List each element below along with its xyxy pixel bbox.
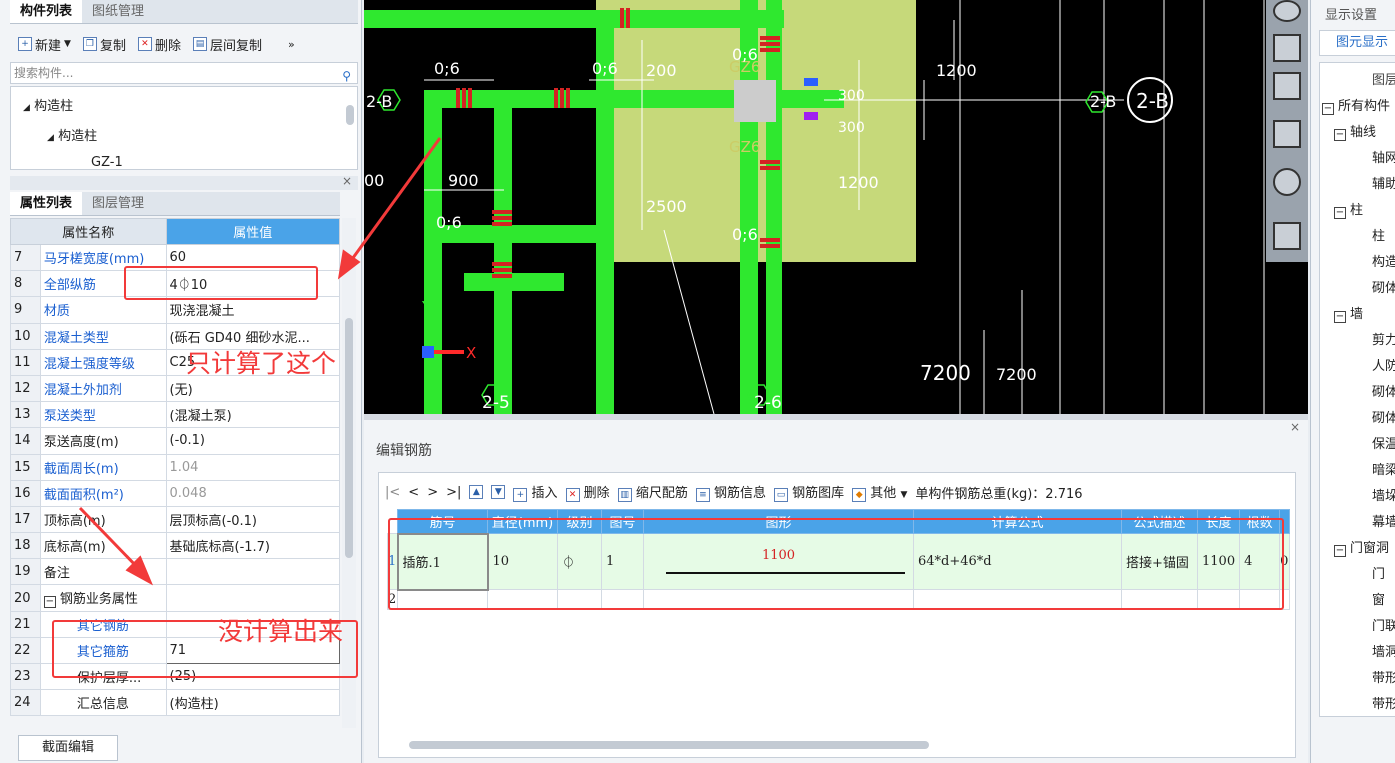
annotation-only-calculated: 只计算了这个 (186, 349, 337, 378)
annotation-not-calculated: 没计算出来 (218, 617, 344, 646)
annotation-arrows (78, 137, 442, 586)
